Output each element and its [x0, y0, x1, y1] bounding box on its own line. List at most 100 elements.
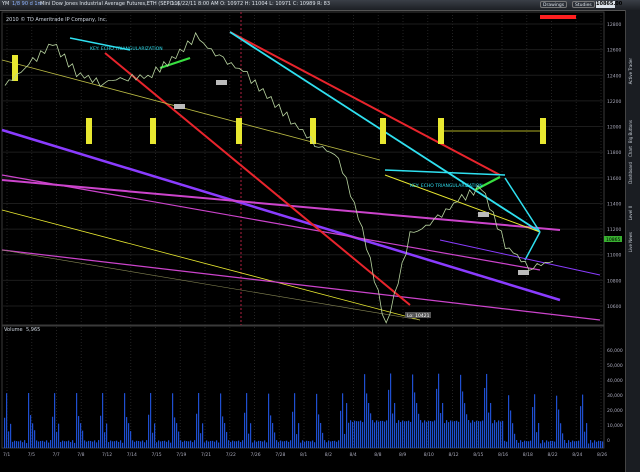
volume-bar [148, 414, 150, 448]
volume-bar [230, 441, 232, 448]
annotation-mid: KEY: ECHO TRIANGULARIZATION [410, 183, 483, 189]
tab-level-ii[interactable]: Level II [628, 206, 638, 220]
volume-bar [356, 421, 358, 448]
volume-bar [482, 420, 484, 448]
volume-bar [312, 440, 314, 448]
volume-bar [446, 420, 448, 448]
volume-bar [372, 420, 374, 448]
volume-bar [54, 393, 56, 448]
volume-bar [128, 423, 130, 448]
volume-bar [466, 414, 468, 448]
tab-chart[interactable]: Chart [628, 146, 638, 157]
volume-bar [126, 417, 128, 448]
volume-bar [478, 421, 480, 448]
last-price-tag: 10865 [606, 237, 620, 243]
volume-bar [476, 420, 478, 448]
x-tick-label: 7/28 [275, 452, 285, 458]
volume-bar [322, 432, 324, 448]
volume-bar [22, 442, 24, 448]
volume-bar [512, 423, 514, 448]
volume-bar [278, 442, 280, 448]
volume-bar [112, 441, 114, 448]
volume-bar [84, 440, 86, 448]
volume-bar [250, 423, 252, 448]
volume-bar [304, 441, 306, 448]
volume-bar [246, 393, 248, 448]
volume-bar [82, 430, 84, 448]
range-marker [380, 118, 386, 144]
volume-bar [574, 441, 576, 448]
volume-bar [52, 416, 54, 448]
volume-bar [562, 433, 564, 448]
volume-bar [70, 442, 72, 448]
volume-bar [140, 441, 142, 448]
y-tick-label: 12000 [607, 125, 621, 131]
volume-bar [300, 442, 302, 448]
volume-bar [132, 440, 134, 448]
volume-bar [448, 422, 450, 448]
price-chart[interactable]: 7/1 7/5 7/7 7/8 7/12 7/14 7/15 7/19 7/21 7/22 7/26… [0, 0, 626, 472]
volume-bar [318, 414, 320, 448]
volume-bar [72, 440, 74, 448]
tab-active-trader[interactable]: Active Trader [628, 58, 638, 84]
volume-bar [216, 440, 218, 448]
volume-bar [494, 420, 496, 448]
volume-bar [154, 423, 156, 448]
volume-bar [220, 393, 222, 448]
volume-bar [234, 441, 236, 448]
x-tick-label: 8/8 [374, 452, 381, 458]
volume-bar [174, 417, 176, 448]
volume-bar [522, 441, 524, 448]
volume-bar [320, 423, 322, 448]
volume-bar [156, 442, 158, 448]
volume-bar [576, 441, 578, 448]
volume-bar [542, 440, 544, 448]
volume-bar [474, 421, 476, 448]
chart-grid [1, 11, 605, 449]
volume-bar [168, 440, 170, 448]
volume-bar [36, 440, 38, 448]
volume-bar [198, 393, 200, 448]
volume-bar [266, 442, 268, 448]
volume-bar [96, 442, 98, 448]
volume-bar [400, 422, 402, 448]
volume-bar [520, 440, 522, 448]
volume-bar [394, 403, 396, 448]
volume-bar [580, 406, 582, 448]
y-tick-label: 12800 [607, 22, 621, 28]
volume-bar [88, 440, 90, 448]
volume-bar [556, 395, 558, 448]
volume-bar [334, 440, 336, 448]
volume-bar [48, 442, 50, 448]
volume-bar [270, 415, 272, 448]
volume-bar [190, 440, 192, 448]
volume-bar [528, 441, 530, 448]
volume-bar [280, 440, 282, 448]
volume-bar [452, 421, 454, 448]
x-tick-label: 7/14 [127, 452, 137, 458]
volume-bar [414, 392, 416, 448]
volume-bar [28, 393, 30, 448]
volume-bar [410, 421, 412, 448]
volume-bar [490, 403, 492, 448]
volume-bar [440, 413, 442, 448]
y-tick-label: 12400 [607, 73, 621, 79]
tab-dashboard[interactable]: Dashboard [628, 162, 638, 184]
volume-bar [16, 441, 18, 448]
tab-big-buttons[interactable]: Big Buttons [628, 120, 638, 143]
volume-bar [182, 441, 184, 448]
volume-bar [222, 416, 224, 448]
volume-tick-label: 30,000 [607, 393, 623, 399]
volume-bar [558, 409, 560, 448]
volume-bar [386, 420, 388, 448]
tab-live-news[interactable]: Live News [628, 232, 638, 252]
volume-tick-label: 10,000 [607, 423, 623, 429]
price-tag [216, 80, 227, 85]
x-tick-label: 8/12 [449, 452, 459, 458]
volume-bar [460, 374, 462, 448]
copyright-label: 2010 © TD Ameritrade IP Company, Inc. [6, 16, 108, 23]
volume-bar [170, 442, 172, 448]
volume-bar [454, 421, 456, 448]
volume-bar [218, 442, 220, 448]
volume-bar [282, 441, 284, 448]
